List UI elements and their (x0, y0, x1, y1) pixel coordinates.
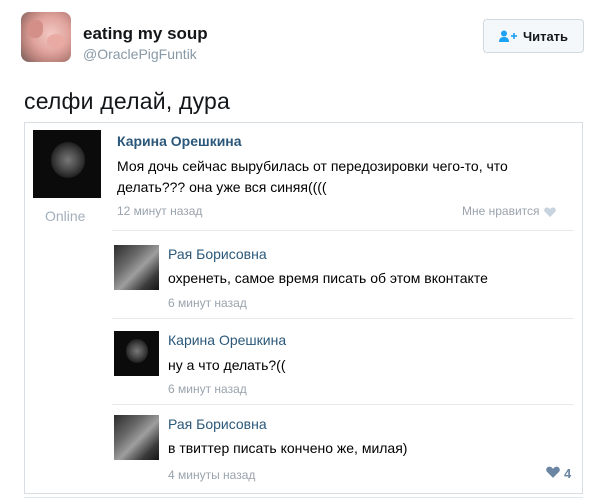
reply-avatar (114, 331, 159, 376)
reply-author: Рая Борисовна (168, 416, 267, 432)
reply-time: 6 минут назад (168, 296, 247, 310)
reply-text: охренеть, самое время писать об этом вко… (168, 270, 488, 286)
display-name[interactable]: eating my soup (83, 24, 208, 44)
like-link-label: Мне нравится (462, 204, 540, 218)
profile-avatar[interactable] (21, 12, 71, 62)
reply-author: Рая Борисовна (168, 246, 267, 262)
reply-divider (112, 318, 574, 319)
reply-time: 4 минуты назад (168, 468, 256, 482)
reply-divider (112, 230, 574, 231)
avatar-ear-shape (27, 20, 43, 38)
heart-icon (546, 466, 560, 481)
main-comment-time: 12 минут назад (117, 204, 203, 218)
main-comment-avatar (33, 130, 101, 198)
follow-button[interactable]: Читать (483, 19, 584, 53)
add-user-icon (498, 30, 517, 42)
reply-avatar (114, 245, 159, 290)
like-link: Мне нравится (462, 204, 556, 218)
main-comment-text: Моя дочь сейчас вырубилась от передозиро… (117, 158, 508, 195)
user-handle[interactable]: @OraclePigFuntik (83, 46, 197, 62)
reply-divider (112, 404, 574, 405)
rose-image (51, 142, 85, 178)
reply-author: Карина Орешкина (168, 332, 287, 348)
tweet-bottom-divider (24, 497, 583, 498)
reply-text: в твиттер писать кончено же, милая) (168, 440, 408, 456)
reply-time: 6 минут назад (168, 382, 247, 396)
like-count: 4 (564, 466, 572, 481)
rose-image (126, 339, 148, 363)
like-counter[interactable]: 4 (546, 466, 571, 481)
main-comment-author: Карина Орешкина (117, 133, 242, 149)
avatar-snout-shape (47, 34, 65, 48)
follow-button-label: Читать (522, 28, 569, 44)
online-status: Online (45, 208, 86, 224)
reply-avatar (114, 415, 159, 460)
heart-icon (543, 206, 556, 217)
tweet-text: селфи делай, дура (24, 88, 231, 114)
reply-text: ну а что делать?(( (168, 357, 286, 373)
